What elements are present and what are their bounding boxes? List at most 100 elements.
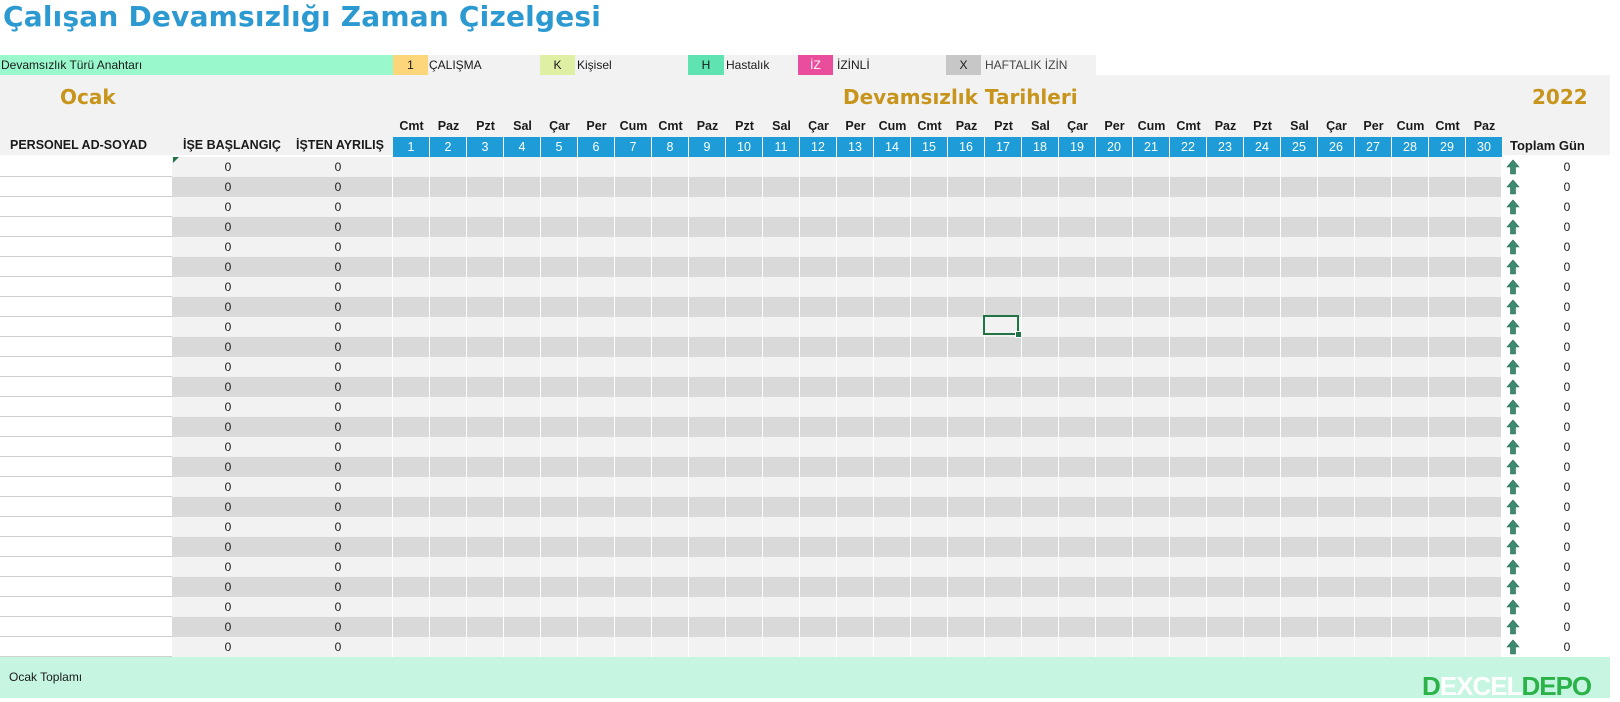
end-date-cell[interactable]: 0 xyxy=(284,517,392,537)
employee-name-cell[interactable] xyxy=(0,597,172,617)
start-date-cell[interactable]: 0 xyxy=(172,257,284,277)
day-number-14[interactable]: 14 xyxy=(874,137,911,157)
total-days-cell[interactable]: 0 xyxy=(1524,557,1610,577)
fill-handle[interactable] xyxy=(1015,331,1022,338)
day-number-23[interactable]: 23 xyxy=(1207,137,1244,157)
end-date-cell[interactable]: 0 xyxy=(284,617,392,637)
end-date-cell[interactable]: 0 xyxy=(284,157,392,177)
end-date-cell[interactable]: 0 xyxy=(284,277,392,297)
day-number-8[interactable]: 8 xyxy=(652,137,689,157)
total-days-cell[interactable]: 0 xyxy=(1524,357,1610,377)
day-number-25[interactable]: 25 xyxy=(1281,137,1318,157)
employee-name-cell[interactable] xyxy=(0,417,172,437)
employee-name-cell[interactable] xyxy=(0,537,172,557)
day-number-5[interactable]: 5 xyxy=(541,137,578,157)
employee-name-cell[interactable] xyxy=(0,497,172,517)
total-days-cell[interactable]: 0 xyxy=(1524,537,1610,557)
start-date-cell[interactable]: 0 xyxy=(172,157,284,177)
start-date-cell[interactable]: 0 xyxy=(172,537,284,557)
total-days-cell[interactable]: 0 xyxy=(1524,617,1610,637)
start-date-cell[interactable]: 0 xyxy=(172,457,284,477)
employee-name-cell[interactable] xyxy=(0,157,172,177)
day-number-28[interactable]: 28 xyxy=(1392,137,1429,157)
day-number-19[interactable]: 19 xyxy=(1059,137,1096,157)
start-date-cell[interactable]: 0 xyxy=(172,497,284,517)
employee-name-cell[interactable] xyxy=(0,617,172,637)
employee-name-cell[interactable] xyxy=(0,397,172,417)
day-number-21[interactable]: 21 xyxy=(1133,137,1170,157)
start-date-cell[interactable]: 0 xyxy=(172,577,284,597)
day-number-15[interactable]: 15 xyxy=(911,137,948,157)
total-days-cell[interactable]: 0 xyxy=(1524,417,1610,437)
end-date-cell[interactable]: 0 xyxy=(284,397,392,417)
total-days-cell[interactable]: 0 xyxy=(1524,477,1610,497)
end-date-cell[interactable]: 0 xyxy=(284,537,392,557)
employee-name-cell[interactable] xyxy=(0,577,172,597)
end-date-cell[interactable]: 0 xyxy=(284,197,392,217)
end-date-cell[interactable]: 0 xyxy=(284,597,392,617)
day-number-24[interactable]: 24 xyxy=(1244,137,1281,157)
start-date-cell[interactable]: 0 xyxy=(172,277,284,297)
employee-name-cell[interactable] xyxy=(0,237,172,257)
end-date-cell[interactable]: 0 xyxy=(284,557,392,577)
employee-name-cell[interactable] xyxy=(0,197,172,217)
start-date-cell[interactable]: 0 xyxy=(172,397,284,417)
end-date-cell[interactable]: 0 xyxy=(284,217,392,237)
start-date-cell[interactable]: 0 xyxy=(172,557,284,577)
start-date-cell[interactable]: 0 xyxy=(172,217,284,237)
employee-name-cell[interactable] xyxy=(0,257,172,277)
total-days-cell[interactable]: 0 xyxy=(1524,637,1610,657)
start-date-cell[interactable]: 0 xyxy=(172,617,284,637)
total-days-cell[interactable]: 0 xyxy=(1524,597,1610,617)
day-number-6[interactable]: 6 xyxy=(578,137,615,157)
employee-name-cell[interactable] xyxy=(0,297,172,317)
day-number-13[interactable]: 13 xyxy=(837,137,874,157)
day-number-9[interactable]: 9 xyxy=(689,137,726,157)
total-days-cell[interactable]: 0 xyxy=(1524,377,1610,397)
employee-name-cell[interactable] xyxy=(0,177,172,197)
employee-name-cell[interactable] xyxy=(0,377,172,397)
day-number-22[interactable]: 22 xyxy=(1170,137,1207,157)
day-number-12[interactable]: 12 xyxy=(800,137,837,157)
employee-name-cell[interactable] xyxy=(0,437,172,457)
employee-name-cell[interactable] xyxy=(0,517,172,537)
total-days-cell[interactable]: 0 xyxy=(1524,577,1610,597)
total-days-cell[interactable]: 0 xyxy=(1524,457,1610,477)
start-date-cell[interactable]: 0 xyxy=(172,357,284,377)
column-header-end[interactable]: İŞTEN AYRILIŞ xyxy=(296,138,384,152)
end-date-cell[interactable]: 0 xyxy=(284,477,392,497)
total-days-cell[interactable]: 0 xyxy=(1524,217,1610,237)
employee-name-cell[interactable] xyxy=(0,357,172,377)
start-date-cell[interactable]: 0 xyxy=(172,177,284,197)
day-number-2[interactable]: 2 xyxy=(430,137,467,157)
day-number-17[interactable]: 17 xyxy=(985,137,1022,157)
end-date-cell[interactable]: 0 xyxy=(284,577,392,597)
employee-name-cell[interactable] xyxy=(0,337,172,357)
start-date-cell[interactable]: 0 xyxy=(172,297,284,317)
column-header-start[interactable]: İŞE BAŞLANGIÇ xyxy=(183,138,281,152)
day-number-1[interactable]: 1 xyxy=(393,137,430,157)
start-date-cell[interactable]: 0 xyxy=(172,517,284,537)
start-date-cell[interactable]: 0 xyxy=(172,317,284,337)
day-number-27[interactable]: 27 xyxy=(1355,137,1392,157)
end-date-cell[interactable]: 0 xyxy=(284,257,392,277)
day-number-18[interactable]: 18 xyxy=(1022,137,1059,157)
end-date-cell[interactable]: 0 xyxy=(284,637,392,657)
start-date-cell[interactable]: 0 xyxy=(172,637,284,657)
total-days-cell[interactable]: 0 xyxy=(1524,177,1610,197)
end-date-cell[interactable]: 0 xyxy=(284,317,392,337)
day-number-7[interactable]: 7 xyxy=(615,137,652,157)
total-days-cell[interactable]: 0 xyxy=(1524,277,1610,297)
day-number-29[interactable]: 29 xyxy=(1429,137,1466,157)
total-days-cell[interactable]: 0 xyxy=(1524,197,1610,217)
employee-name-cell[interactable] xyxy=(0,217,172,237)
total-days-cell[interactable]: 0 xyxy=(1524,517,1610,537)
total-days-cell[interactable]: 0 xyxy=(1524,297,1610,317)
start-date-cell[interactable]: 0 xyxy=(172,237,284,257)
total-days-cell[interactable]: 0 xyxy=(1524,237,1610,257)
employee-name-cell[interactable] xyxy=(0,277,172,297)
start-date-cell[interactable]: 0 xyxy=(172,417,284,437)
day-number-10[interactable]: 10 xyxy=(726,137,763,157)
end-date-cell[interactable]: 0 xyxy=(284,357,392,377)
end-date-cell[interactable]: 0 xyxy=(284,437,392,457)
